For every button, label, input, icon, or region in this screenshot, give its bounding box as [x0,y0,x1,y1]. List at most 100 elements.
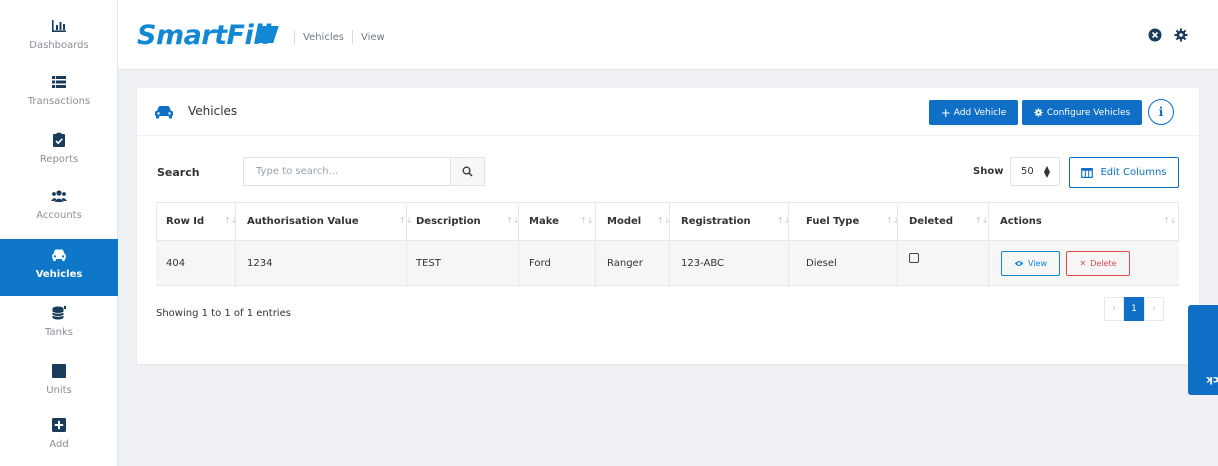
breadcrumb-vehicles[interactable]: Vehicles [303,32,344,43]
col-divider [595,241,596,287]
card-header: Vehicles + Add Vehicle Configure Vehicle… [137,88,1199,136]
search-button[interactable] [450,157,485,186]
col-divider [988,203,989,241]
sidebar-item-vehicles[interactable]: Vehicles [0,239,118,296]
sidebar-item-label: Units [46,385,72,396]
gear-icon [1034,108,1043,117]
col-header-make[interactable]: Make [529,203,559,240]
cell-model: Ranger [607,257,643,269]
sidebar-item-label: Accounts [36,210,82,221]
info-button[interactable]: i [1148,99,1174,125]
col-divider [595,203,596,241]
smartfill-logo[interactable]: SmartFill [137,20,271,51]
users-icon [51,190,67,202]
sidebar: Dashboards Transactions Reports Accounts… [0,0,118,466]
breadcrumb-separator [351,30,353,44]
sidebar-item-label: Dashboards [29,40,89,51]
car-icon [52,249,66,261]
col-header-registration[interactable]: Registration [681,203,751,240]
table-row: 404 1234 TEST Ford Ranger 123-ABC Diesel… [156,240,1179,287]
info-icon: i [1158,105,1164,119]
col-divider [788,203,789,241]
sort-icon[interactable]: ↑↓ [975,216,988,225]
col-divider [897,241,898,287]
sidebar-item-add[interactable]: Add [0,409,118,465]
sidebar-item-accounts[interactable]: Accounts [0,180,118,236]
page-size-select[interactable]: 50 ▲ ▼ [1010,157,1060,186]
breadcrumb-separator [294,30,295,44]
search-input[interactable] [243,157,450,186]
deleted-checkbox[interactable] [909,253,919,263]
add-vehicle-button[interactable]: + Add Vehicle [929,100,1018,125]
col-divider [897,203,898,241]
col-header-actions[interactable]: Actions [1000,203,1042,240]
sidebar-item-label: Tanks [45,327,73,338]
col-header-fuel-type[interactable]: Fuel Type [806,203,859,240]
cell-fuel-type: Diesel [806,257,837,269]
edit-columns-button[interactable]: Edit Columns [1069,157,1179,188]
entries-info: Showing 1 to 1 of 1 entries [156,308,291,319]
sidebar-item-label: Vehicles [35,269,83,280]
col-divider [669,241,670,287]
sort-icon[interactable]: ↑↓ [1163,216,1176,225]
gear-icon[interactable] [1174,28,1188,42]
list-icon [52,76,66,88]
sidebar-item-label: Add [49,439,69,450]
sort-icon[interactable]: ↑↓ [580,216,593,225]
col-header-deleted[interactable]: Deleted [909,203,953,240]
view-label: View [1028,259,1047,268]
search-icon [462,166,473,177]
col-divider [669,203,670,241]
edit-columns-label: Edit Columns [1100,167,1167,178]
col-header-model[interactable]: Model [607,203,641,240]
cell-make: Ford [529,257,551,269]
top-header: SmartFill Vehicles View [118,0,1218,70]
feedback-label: ●Feedback [1188,305,1218,395]
cell-description: TEST [416,257,441,269]
vehicles-table: Row Id ↑↓ Authorisation Value ↑↓ Descrip… [156,202,1179,287]
page-title: Vehicles [188,104,238,118]
pagination: ‹ 1 › [1104,297,1164,321]
times-icon: ✕ [1079,259,1087,268]
col-divider [788,241,789,287]
add-vehicle-label: Add Vehicle [953,107,1007,118]
col-header-row-id[interactable]: Row Id [166,203,204,240]
delete-button[interactable]: ✕ Delete [1066,251,1130,276]
col-divider [235,241,236,287]
vehicles-card: Vehicles + Add Vehicle Configure Vehicle… [137,88,1199,364]
close-circle-icon[interactable] [1148,28,1162,42]
col-header-authorisation-value[interactable]: Authorisation Value [247,203,359,240]
col-divider [518,241,519,287]
tank-icon [52,306,66,320]
view-button[interactable]: View [1001,251,1060,276]
eye-icon [1014,261,1024,266]
breadcrumb: Vehicles View [294,30,385,44]
pagination-page-1[interactable]: 1 [1124,297,1144,321]
page-size-value: 50 [1021,166,1034,177]
show-label: Show [973,166,1004,177]
plus-icon: + [940,105,951,120]
sidebar-item-reports[interactable]: Reports [0,124,118,180]
cell-row-id: 404 [166,257,186,269]
col-divider [988,241,989,287]
pagination-next[interactable]: › [1144,297,1164,321]
pagination-prev[interactable]: ‹ [1104,297,1124,321]
sidebar-item-label: Transactions [27,96,91,107]
sidebar-item-dashboards[interactable]: Dashboards [0,10,118,66]
breadcrumb-view: View [360,31,385,43]
col-divider [406,241,407,287]
columns-icon [1081,167,1094,178]
configure-vehicles-button[interactable]: Configure Vehicles [1022,100,1142,125]
sidebar-item-tanks[interactable]: Tanks [0,297,118,353]
sort-updown-icon: ▲ ▼ [1043,164,1050,179]
feedback-tab[interactable]: ●Feedback [1188,305,1218,395]
sidebar-item-transactions[interactable]: Transactions [0,66,118,122]
col-divider [235,203,236,241]
sidebar-item-units[interactable]: Units [0,355,118,411]
cell-authorisation-value: 1234 [247,257,273,269]
col-header-description[interactable]: Description [416,203,481,240]
table-header-row: Row Id ↑↓ Authorisation Value ↑↓ Descrip… [156,202,1179,241]
clipboard-check-icon [53,132,65,147]
cell-registration: 123-ABC [681,257,724,269]
plus-square-icon [52,418,66,432]
